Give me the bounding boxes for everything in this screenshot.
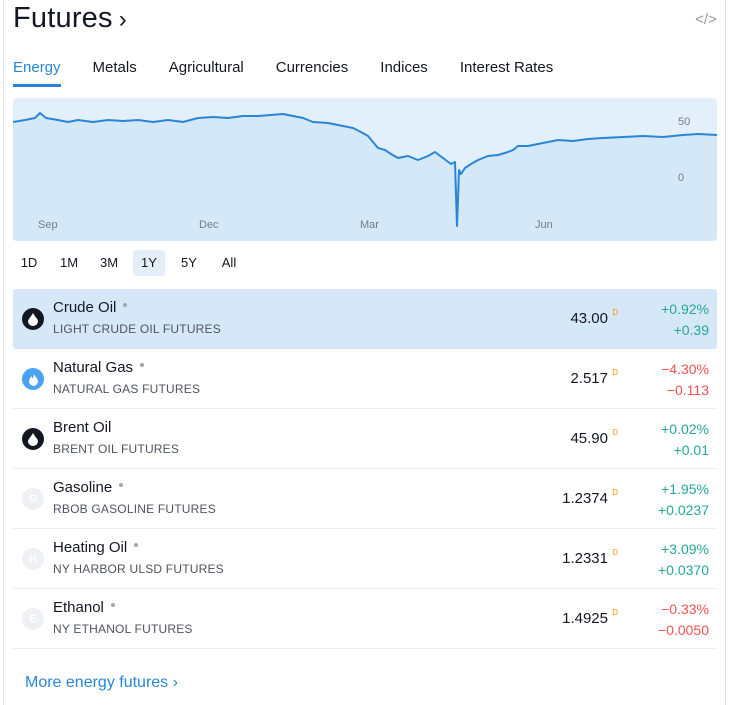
last-price: 2.517: [570, 370, 608, 387]
change-value: +0.0370: [658, 562, 709, 578]
drop-icon: [22, 428, 44, 450]
tab-energy[interactable]: Energy: [13, 58, 61, 87]
chevron-right-icon[interactable]: ›: [119, 6, 127, 34]
list-item[interactable]: G Gasoline RBOB GASOLINE FUTURES 1.2374 …: [13, 469, 717, 529]
change-percent: −4.30%: [661, 361, 709, 377]
tab-interest-rates[interactable]: Interest Rates: [460, 58, 553, 87]
tab-currencies[interactable]: Currencies: [276, 58, 349, 87]
range-all[interactable]: All: [213, 250, 245, 276]
category-tabs: Energy Metals Agricultural Currencies In…: [13, 58, 585, 88]
symbol-name[interactable]: Brent Oil: [53, 419, 111, 436]
y-axis-label: 0: [678, 172, 685, 184]
symbol-description: NATURAL GAS FUTURES: [53, 382, 201, 396]
change-percent: +0.92%: [661, 301, 709, 317]
delayed-flag: D: [612, 488, 618, 497]
delayed-flag: D: [612, 548, 618, 557]
x-axis-label: Sep: [38, 219, 58, 231]
delayed-flag: D: [612, 608, 618, 617]
symbol-name[interactable]: Natural Gas: [53, 359, 145, 376]
letter-icon: E: [22, 608, 44, 630]
change-value: −0.0050: [658, 622, 709, 638]
list-item[interactable]: E Ethanol NY ETHANOL FUTURES 1.4925 D −0…: [13, 589, 717, 649]
change-value: +0.01: [673, 442, 709, 458]
symbol-description: NY HARBOR ULSD FUTURES: [53, 562, 224, 576]
delayed-flag: D: [612, 368, 618, 377]
header: Futures ›: [13, 2, 127, 35]
x-axis-label: Mar: [360, 219, 379, 231]
x-axis-label: Dec: [199, 219, 219, 231]
last-price: 1.2374: [562, 490, 608, 507]
status-dot: [110, 603, 115, 608]
range-3m[interactable]: 3M: [93, 250, 125, 276]
symbol-name[interactable]: Gasoline: [53, 479, 124, 496]
symbol-name[interactable]: Ethanol: [53, 599, 115, 616]
price-chart[interactable]: Sep Dec Mar Jun 50 0: [13, 98, 717, 241]
list-item[interactable]: H Heating Oil NY HARBOR ULSD FUTURES 1.2…: [13, 529, 717, 589]
last-price: 45.90: [570, 430, 608, 447]
tab-agricultural[interactable]: Agricultural: [169, 58, 244, 87]
change-value: +0.39: [673, 322, 709, 338]
flame-icon: [22, 368, 44, 390]
change-percent: +3.09%: [661, 541, 709, 557]
change-value: +0.0237: [658, 502, 709, 518]
range-5y[interactable]: 5Y: [173, 250, 205, 276]
range-1d[interactable]: 1D: [13, 250, 45, 276]
page-title[interactable]: Futures: [13, 2, 113, 35]
range-selector: 1D 1M 3M 1Y 5Y All: [13, 250, 253, 276]
symbol-description: NY ETHANOL FUTURES: [53, 622, 193, 636]
symbol-description: BRENT OIL FUTURES: [53, 442, 180, 456]
change-percent: +1.95%: [661, 481, 709, 497]
last-price: 1.2331: [562, 550, 608, 567]
status-dot: [123, 303, 128, 308]
symbol-description: LIGHT CRUDE OIL FUTURES: [53, 322, 221, 336]
list-item[interactable]: Natural Gas NATURAL GAS FUTURES 2.517 D …: [13, 349, 717, 409]
letter-icon: H: [22, 548, 44, 570]
symbol-name[interactable]: Crude Oil: [53, 299, 128, 316]
tab-indices[interactable]: Indices: [380, 58, 428, 87]
range-1m[interactable]: 1M: [53, 250, 85, 276]
delayed-flag: D: [612, 428, 618, 437]
y-axis-label: 50: [678, 116, 691, 128]
change-value: −0.113: [666, 382, 709, 398]
range-1y[interactable]: 1Y: [133, 250, 165, 276]
status-dot: [134, 543, 139, 548]
delayed-flag: D: [612, 308, 618, 317]
embed-code-icon[interactable]: </>: [694, 10, 718, 30]
futures-list: Crude Oil LIGHT CRUDE OIL FUTURES 43.00 …: [13, 289, 717, 649]
last-price: 1.4925: [562, 610, 608, 627]
list-item[interactable]: Crude Oil LIGHT CRUDE OIL FUTURES 43.00 …: [13, 289, 717, 349]
x-axis-label: Jun: [535, 219, 553, 231]
change-percent: +0.02%: [661, 421, 709, 437]
letter-icon: G: [22, 488, 44, 510]
symbol-name[interactable]: Heating Oil: [53, 539, 139, 556]
change-percent: −0.33%: [661, 601, 709, 617]
status-dot: [140, 363, 145, 368]
last-price: 43.00: [570, 310, 608, 327]
list-item[interactable]: Brent Oil BRENT OIL FUTURES 45.90 D +0.0…: [13, 409, 717, 469]
drop-icon: [22, 308, 44, 330]
tab-metals[interactable]: Metals: [93, 58, 137, 87]
status-dot: [119, 483, 124, 488]
symbol-description: RBOB GASOLINE FUTURES: [53, 502, 216, 516]
more-energy-futures-link[interactable]: More energy futures ›: [25, 674, 178, 692]
